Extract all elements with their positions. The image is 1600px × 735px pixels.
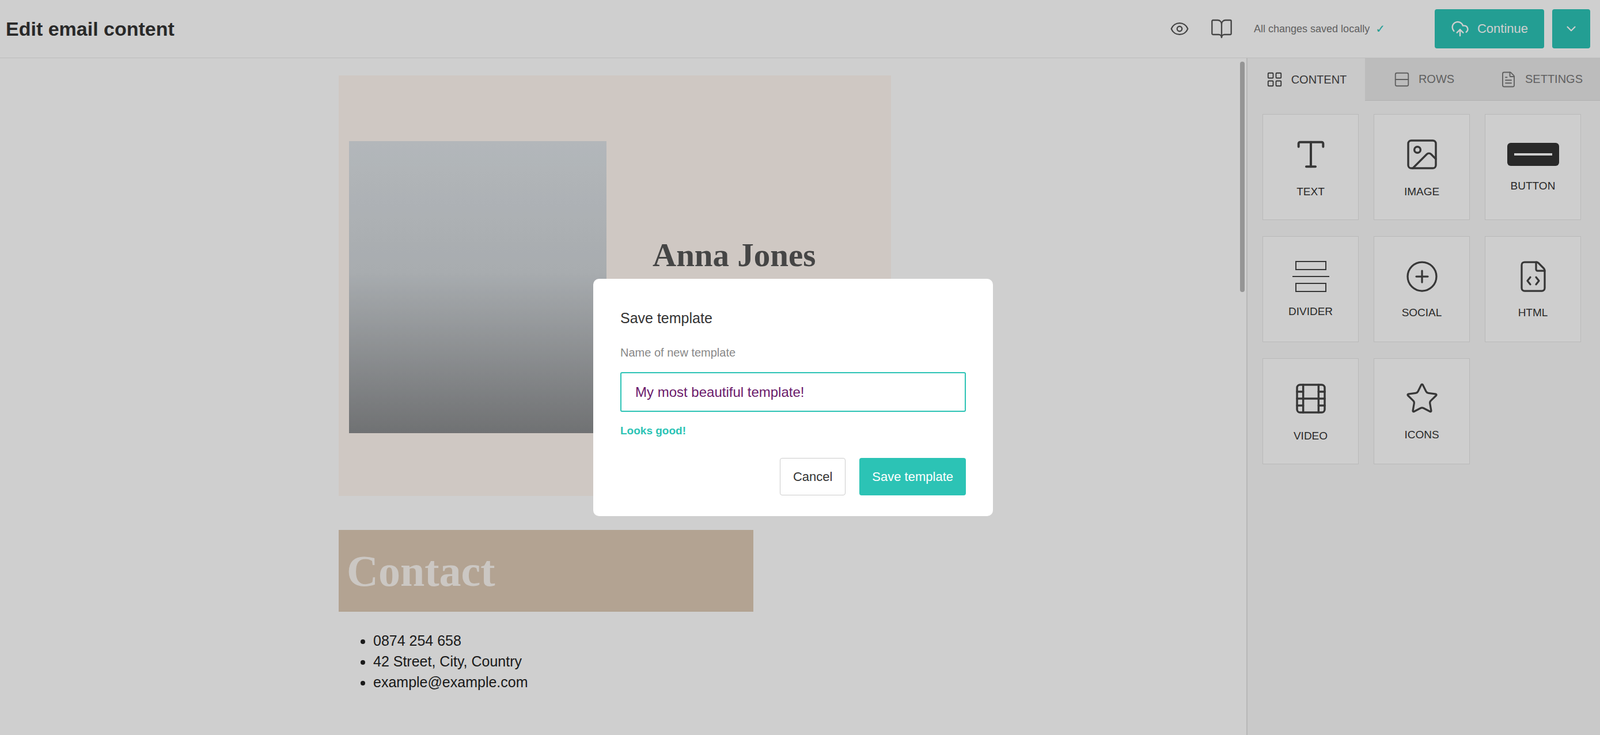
- template-name-input[interactable]: [620, 372, 966, 412]
- validation-message: Looks good!: [620, 424, 966, 438]
- email-editor: Edit email contentAll changes saved loca…: [0, 0, 1600, 735]
- cancel-button[interactable]: Cancel: [779, 457, 846, 496]
- dialog-title: Save template: [620, 309, 966, 327]
- save-template-dialog: Save template Name of new template Looks g…: [593, 278, 993, 517]
- dialog-actions: Cancel Save template: [620, 457, 966, 496]
- save-template-button[interactable]: Save template: [859, 457, 966, 496]
- field-label: Name of new template: [620, 346, 966, 360]
